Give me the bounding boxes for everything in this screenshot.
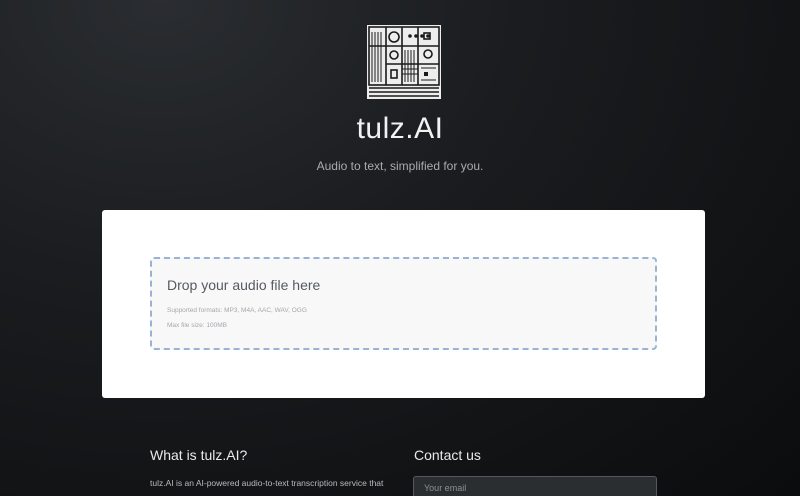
dropzone-label: Drop your audio file here	[167, 277, 321, 293]
contact-heading: Contact us	[414, 447, 481, 463]
about-text: tulz.AI is an AI-powered audio-to-text t…	[150, 478, 384, 488]
supported-formats-text: Supported formats: MP3, M4A, AAC, WAV, O…	[167, 307, 307, 314]
max-file-size-text: Max file size: 100MB	[167, 322, 227, 329]
email-input[interactable]	[413, 476, 657, 496]
app-tagline: Audio to text, simplified for you.	[316, 159, 484, 173]
upload-card: Drop your audio file here Supported form…	[102, 210, 705, 398]
about-heading: What is tulz.AI?	[150, 447, 248, 463]
app-logo	[366, 24, 442, 100]
abstract-circuit-logo-icon	[367, 25, 441, 99]
app-title: tulz.AI	[356, 112, 444, 145]
audio-dropzone[interactable]: Drop your audio file here Supported form…	[150, 257, 657, 350]
